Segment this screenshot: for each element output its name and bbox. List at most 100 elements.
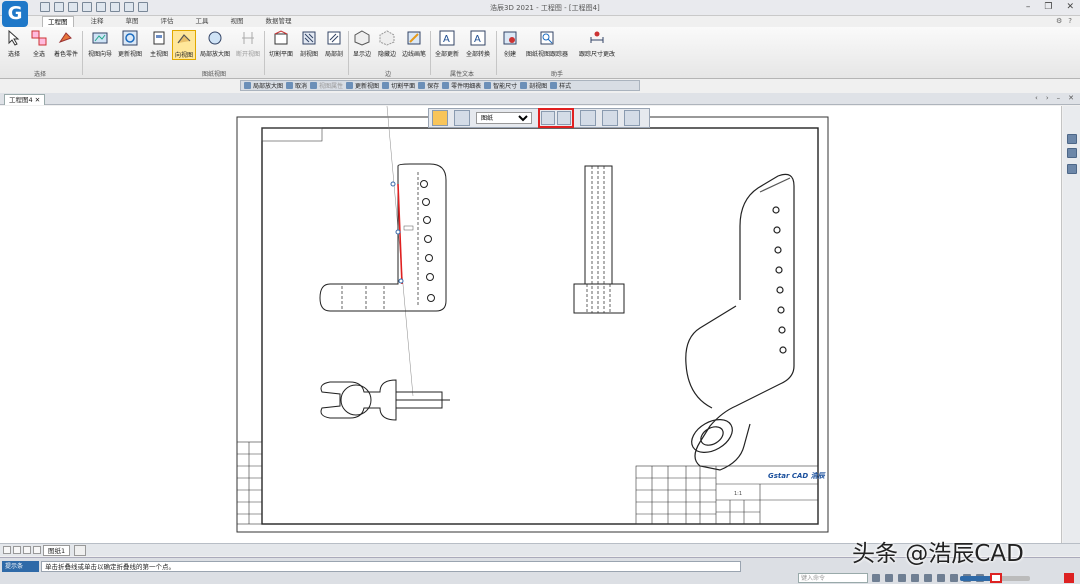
zoom-icon[interactable]	[898, 574, 906, 582]
stop-icon[interactable]	[1064, 573, 1074, 583]
close-tab-icon[interactable]: ✕	[35, 96, 40, 104]
auxiliary-view-tool-icon[interactable]	[432, 110, 448, 126]
scroll-right-icon[interactable]: ›	[1046, 94, 1049, 102]
command-bar-item[interactable]: 剖视图	[520, 81, 547, 90]
command-input[interactable]: 键入命令	[798, 573, 868, 583]
section-view-icon	[302, 31, 316, 45]
sheet-select[interactable]: 图纸	[476, 112, 532, 124]
restore-icon[interactable]: ❐	[1044, 2, 1052, 12]
color-parts-button[interactable]: 着色零件	[52, 30, 80, 58]
minimize-icon[interactable]: –	[1026, 2, 1031, 12]
new-file-icon[interactable]	[40, 2, 50, 12]
play-icon[interactable]	[138, 2, 148, 12]
view-tracker-button[interactable]: 图纸视图跟踪器	[522, 30, 572, 58]
document-tab[interactable]: 工程图4 ✕	[4, 94, 46, 105]
drawing-sheet[interactable]: Gstar CAD 浩辰 1:1	[0, 106, 1062, 543]
pointer-icon[interactable]	[124, 2, 134, 12]
grid-icon[interactable]	[454, 110, 470, 126]
color-parts-icon	[58, 32, 72, 43]
arrow-icon[interactable]	[872, 574, 880, 582]
minimize-doc-icon[interactable]: –	[1057, 94, 1061, 102]
app-logo-icon[interactable]: G	[2, 1, 28, 27]
first-sheet-icon[interactable]	[3, 546, 11, 554]
command-bar-item[interactable]: 智能尺寸	[484, 81, 517, 90]
settings-icon[interactable]: ⚙	[1056, 17, 1062, 25]
update-all-button[interactable]: A 全部更新	[432, 30, 462, 58]
view-wizard-button[interactable]: 视图向导	[86, 30, 114, 58]
convert-all-button[interactable]: A 全部转换	[463, 30, 493, 58]
command-bar-item[interactable]: 保存	[418, 81, 439, 90]
close-icon[interactable]: ✕	[1066, 2, 1074, 12]
close-doc-icon[interactable]: ✕	[1068, 94, 1074, 102]
select-button[interactable]: 选择	[4, 30, 24, 58]
open-file-icon[interactable]	[54, 2, 64, 12]
broken-view-button[interactable]: 断开视图	[234, 30, 262, 58]
layers-icon[interactable]	[1067, 134, 1077, 144]
detail-view-button[interactable]: 局部放大图	[198, 30, 232, 58]
fold-line-icon[interactable]	[541, 111, 555, 125]
update-views-button[interactable]: 更新视图	[116, 30, 144, 58]
zoom-slider-handle[interactable]	[990, 573, 1002, 583]
next-sheet-icon[interactable]	[23, 546, 31, 554]
cut-plane-button[interactable]: 切割平面	[266, 30, 296, 58]
grid-toggle-icon[interactable]	[950, 574, 958, 582]
detail-view-icon	[208, 31, 222, 45]
command-icon	[244, 82, 251, 89]
hide-edge-button[interactable]: 隐藏边	[375, 30, 399, 58]
quick-access-toolbar	[40, 2, 148, 14]
select-all-button[interactable]: 全选	[28, 30, 50, 58]
edge-brush-button[interactable]: 边线画笔	[400, 30, 428, 58]
watermark: 头条 @浩辰CAD	[852, 541, 1024, 567]
partial-section-button[interactable]: 局部剖	[322, 30, 346, 58]
command-bar-item[interactable]: 更新视图	[346, 81, 379, 90]
auxiliary-view-button[interactable]: 向视图	[172, 30, 196, 60]
two-point-line-icon[interactable]	[557, 111, 571, 125]
tab-view[interactable]: 视图	[226, 16, 249, 27]
svg-text:A: A	[443, 34, 450, 45]
tab-annotation[interactable]: 注释	[86, 16, 109, 27]
tab-data-management[interactable]: 数据管理	[261, 16, 297, 27]
track-dimension-button[interactable]: 跟踪尺寸更改	[574, 30, 620, 58]
print-icon[interactable]	[82, 2, 92, 12]
view-properties-icon[interactable]	[580, 110, 596, 126]
display-icon[interactable]	[937, 574, 945, 582]
application-window: 浩辰3D 2021 - 工程图 - [工程图4] – ❐ ✕ G 工程图 注释 …	[0, 0, 1080, 584]
show-edge-button[interactable]: 显示边	[350, 30, 374, 58]
broken-view-icon	[242, 32, 254, 44]
add-sheet-icon[interactable]	[74, 545, 86, 556]
group-label-select: 选择	[34, 71, 47, 78]
main-view-button[interactable]: 主视图	[148, 30, 170, 58]
tab-sketch[interactable]: 草图	[121, 16, 144, 27]
wireframe-cube-icon[interactable]	[602, 110, 618, 126]
shade-icon[interactable]	[924, 574, 932, 582]
scroll-left-icon[interactable]: ‹	[1035, 94, 1038, 102]
cube-icon	[354, 30, 370, 46]
command-bar-item[interactable]: 零件明细表	[442, 81, 481, 90]
section-view-button[interactable]: 剖视图	[297, 30, 321, 58]
command-bar-item[interactable]: 取消	[286, 81, 307, 90]
last-sheet-icon[interactable]	[33, 546, 41, 554]
command-bar-item[interactable]: 视图属性	[310, 81, 343, 90]
tab-evaluate[interactable]: 评估	[156, 16, 179, 27]
title-bar: 浩辰3D 2021 - 工程图 - [工程图4] – ❐ ✕	[0, 0, 1080, 16]
pan-icon[interactable]	[885, 574, 893, 582]
help-icon[interactable]: ?	[1068, 17, 1072, 25]
shaded-cube-icon[interactable]	[624, 110, 640, 126]
tab-tools[interactable]: 工具	[191, 16, 214, 27]
undo-icon[interactable]	[96, 2, 106, 12]
prev-sheet-icon[interactable]	[13, 546, 21, 554]
command-icon	[418, 82, 426, 89]
command-bar-item[interactable]: 局部放大图	[244, 81, 283, 90]
sheet-tab[interactable]: 图纸1	[43, 545, 71, 556]
brush-icon	[407, 31, 421, 45]
library-icon[interactable]	[1067, 148, 1077, 158]
command-bar-item[interactable]: 样式	[550, 81, 571, 90]
command-icon	[442, 82, 450, 89]
tab-drawing[interactable]: 工程图	[42, 16, 74, 27]
fit-icon[interactable]	[911, 574, 919, 582]
properties-icon[interactable]	[1067, 164, 1077, 174]
redo-icon[interactable]	[110, 2, 120, 12]
create-button[interactable]: 创建	[499, 30, 521, 58]
save-icon[interactable]	[68, 2, 78, 12]
command-bar-item[interactable]: 切割平面	[382, 81, 415, 90]
